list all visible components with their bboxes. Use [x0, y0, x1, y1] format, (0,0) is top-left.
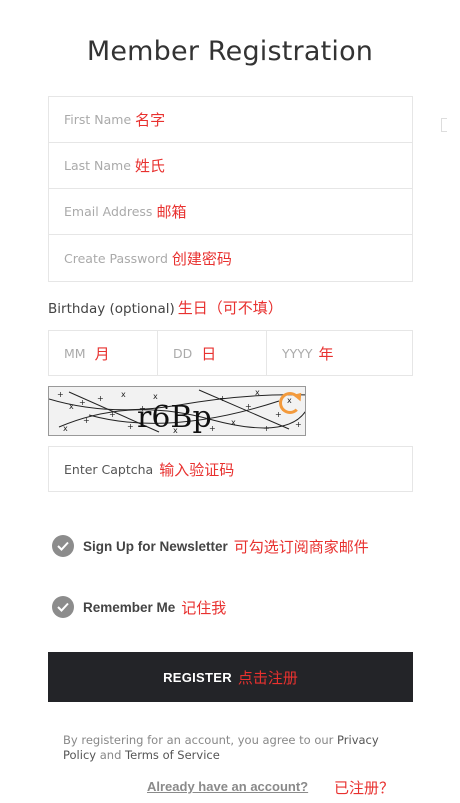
svg-text:+: + [219, 394, 226, 403]
name-email-password-group: First Name 名字 Last Name 姓氏 Email Address… [48, 96, 413, 282]
captcha-annotation: 输入验证码 [159, 461, 235, 479]
month-annotation: 月 [94, 345, 110, 363]
password-placeholder: Create Password [64, 250, 168, 266]
birthday-label: Birthday (optional) 生日（可不填） [48, 297, 283, 318]
check-icon[interactable] [52, 535, 74, 557]
first-name-annotation: 名字 [135, 112, 166, 129]
captcha-image: + x + + x + x + + x + x + x + + x + + x + r6Bp [48, 386, 306, 436]
check-icon[interactable] [52, 596, 74, 618]
last-name-annotation: 姓氏 [134, 158, 165, 175]
birthday-year-field[interactable]: YYYY 年 [267, 331, 412, 375]
captcha-input[interactable]: Enter Captcha 输入验证码 [48, 446, 413, 492]
register-annotation: 点击注册 [237, 669, 298, 687]
svg-text:+: + [245, 402, 252, 411]
svg-text:+: + [97, 394, 104, 403]
terms-text: By registering for an account, you agree… [63, 733, 403, 763]
day-placeholder: DD [173, 345, 193, 361]
birthday-month-field[interactable]: MM 月 [49, 331, 158, 375]
svg-text:+: + [109, 410, 116, 419]
newsletter-annotation: 可勾选订阅商家邮件 [233, 538, 369, 556]
year-annotation: 年 [318, 345, 334, 363]
first-name-field[interactable]: First Name 名字 [49, 97, 412, 143]
side-tab[interactable] [441, 118, 447, 132]
svg-text:x: x [69, 402, 74, 411]
svg-text:x: x [255, 388, 260, 397]
svg-text:+: + [263, 424, 270, 433]
password-annotation: 创建密码 [171, 250, 232, 268]
birthday-label-text: Birthday (optional) [48, 301, 175, 317]
svg-text:x: x [121, 390, 126, 399]
svg-text:+: + [57, 390, 64, 399]
terms-middle: and [96, 748, 126, 762]
first-name-placeholder: First Name [64, 112, 132, 127]
remember-me-annotation: 记住我 [181, 599, 227, 617]
page-title: Member Registration [86, 36, 374, 67]
last-name-placeholder: Last Name [64, 158, 131, 173]
terms-prefix: By registering for an account, you agree… [63, 733, 338, 747]
email-field[interactable]: Email Address 邮箱 [49, 189, 412, 235]
newsletter-checkbox-row[interactable]: Sign Up for Newsletter 可勾选订阅商家邮件 [52, 535, 369, 557]
svg-text:+: + [83, 416, 90, 425]
svg-text:x: x [231, 418, 236, 427]
login-annotation: 已注册？ [334, 780, 395, 797]
svg-text:x: x [63, 424, 68, 433]
captcha-placeholder: Enter Captcha [64, 461, 154, 477]
login-link[interactable]: Already have an account? [147, 779, 308, 794]
register-label: REGISTER [163, 669, 232, 685]
month-placeholder: MM [64, 345, 86, 361]
svg-text:+: + [275, 410, 282, 419]
remember-me-checkbox-row[interactable]: Remember Me 记住我 [52, 596, 226, 618]
birthday-day-field[interactable]: DD 日 [158, 331, 267, 375]
day-annotation: 日 [201, 345, 217, 363]
terms-of-service-link[interactable]: Terms of Service [125, 748, 220, 762]
birthday-fields: MM 月 DD 日 YYYY 年 [48, 330, 413, 376]
email-placeholder: Email Address [64, 204, 153, 219]
birthday-annotation: 生日（可不填） [177, 299, 283, 317]
svg-text:+: + [127, 422, 134, 431]
email-annotation: 邮箱 [156, 204, 187, 221]
last-name-field[interactable]: Last Name 姓氏 [49, 143, 412, 189]
svg-text:+: + [79, 398, 86, 407]
register-button[interactable]: REGISTER 点击注册 [48, 652, 413, 702]
svg-text:+: + [295, 420, 302, 429]
captcha-text: r6Bp [137, 400, 212, 435]
newsletter-label: Sign Up for Newsletter [83, 538, 228, 554]
remember-me-label: Remember Me [83, 599, 176, 615]
password-field[interactable]: Create Password 创建密码 [49, 235, 412, 281]
year-placeholder: YYYY [282, 345, 313, 361]
